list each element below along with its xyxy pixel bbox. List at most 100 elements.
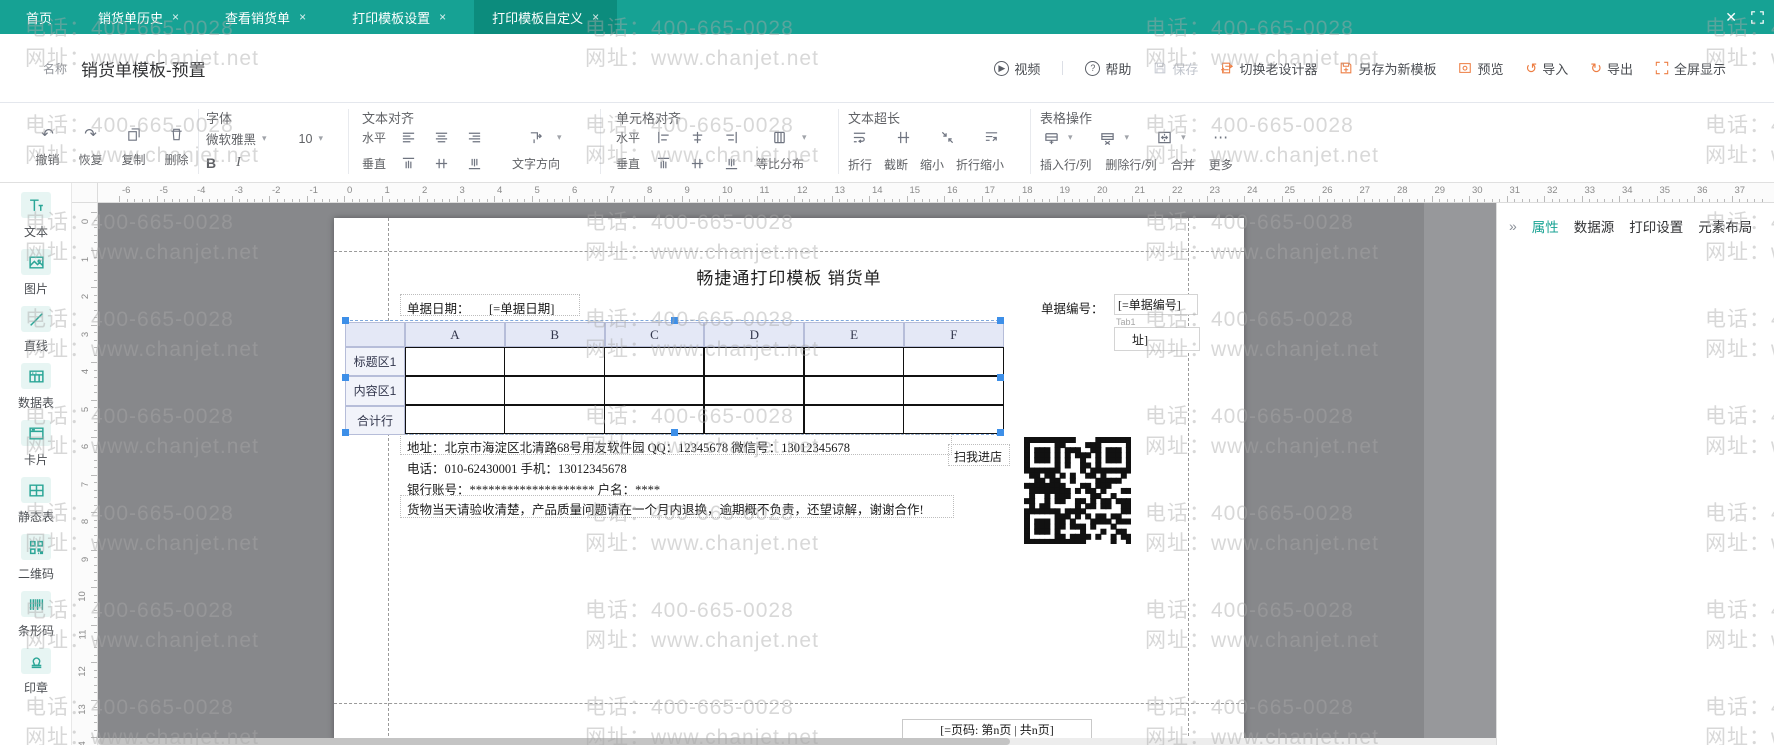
- row-label-合计行[interactable]: 合计行: [345, 406, 405, 435]
- sidebar-item-data-table[interactable]: 数据表: [0, 363, 72, 411]
- copy-button[interactable]: 复制: [112, 125, 155, 168]
- date-label[interactable]: 单据日期：: [407, 298, 470, 317]
- cell-align-left-button[interactable]: [652, 128, 674, 146]
- bill-no-field[interactable]: [=单据编号]: [1114, 294, 1198, 315]
- sidebar-item-line[interactable]: 直线: [0, 306, 72, 354]
- columns-button[interactable]: [768, 128, 790, 146]
- resize-handle[interactable]: [342, 317, 349, 324]
- table-cell[interactable]: [405, 376, 505, 405]
- table-cell[interactable]: [504, 376, 604, 405]
- tab-查看销货单[interactable]: 查看销货单×: [207, 0, 324, 34]
- table-corner-cell[interactable]: [345, 322, 405, 347]
- sidebar-item-barcode[interactable]: 条形码: [0, 591, 72, 639]
- table-cell[interactable]: [804, 405, 904, 434]
- truncate-button[interactable]: [892, 128, 914, 146]
- valign-middle-button[interactable]: [430, 154, 452, 172]
- table-cell[interactable]: [604, 347, 704, 376]
- sidebar-item-static-table[interactable]: 静态表: [0, 477, 72, 525]
- bold-button[interactable]: B: [206, 155, 216, 171]
- table-cell[interactable]: [604, 405, 704, 434]
- date-field[interactable]: [=单据日期]: [489, 298, 554, 317]
- page-number-element[interactable]: [=页码: 第n页 | 共n页]: [902, 719, 1092, 739]
- wrap-shrink-button[interactable]: [980, 128, 1002, 146]
- align-center-button[interactable]: [430, 128, 452, 146]
- cell-valign-top-button[interactable]: [652, 154, 674, 172]
- preview-button[interactable]: 预览: [1458, 59, 1503, 78]
- sidebar-item-text[interactable]: 文本: [0, 192, 72, 240]
- valign-top-button[interactable]: [397, 154, 419, 172]
- merge-button[interactable]: [1153, 128, 1175, 146]
- table-cell[interactable]: [903, 347, 1003, 376]
- panel-tab-数据源[interactable]: 数据源: [1574, 216, 1615, 236]
- panel-tab-元素布局[interactable]: 元素布局: [1698, 216, 1752, 236]
- align-right-button[interactable]: [463, 128, 485, 146]
- switch-old-designer-button[interactable]: 切换老设计器: [1220, 59, 1317, 78]
- help-button[interactable]: ?帮助: [1085, 59, 1131, 78]
- row-label-内容区1[interactable]: 内容区1: [345, 376, 405, 405]
- clipped-address-element[interactable]: 址]: [1114, 327, 1200, 351]
- resize-handle[interactable]: [997, 317, 1004, 324]
- notice-line[interactable]: 货物当天请验收清楚，产品质量问题请在一个月内退换，逾期概不负责，还望谅解，谢谢合…: [407, 499, 924, 518]
- table-cell[interactable]: [804, 376, 904, 405]
- wrap-button[interactable]: [848, 128, 870, 146]
- document-title[interactable]: 畅捷通打印模板 销货单: [334, 264, 1244, 289]
- tab-首页[interactable]: 首页: [8, 0, 70, 34]
- bill-no-label[interactable]: 单据编号：: [1041, 298, 1104, 317]
- tab-close-icon[interactable]: ×: [439, 10, 446, 24]
- tab-打印模板自定义[interactable]: 打印模板自定义×: [474, 0, 617, 34]
- video-button[interactable]: ▶视频: [994, 59, 1040, 78]
- import-button[interactable]: ↺导入: [1525, 59, 1568, 78]
- table-cell[interactable]: [704, 376, 804, 405]
- redo-button[interactable]: ↷恢复: [69, 125, 112, 168]
- collapse-panel-icon[interactable]: »: [1509, 218, 1517, 234]
- table-cell[interactable]: [804, 347, 904, 376]
- font-size-select[interactable]: 10▾: [299, 132, 323, 146]
- maximize-icon[interactable]: [1751, 11, 1764, 24]
- resize-handle[interactable]: [671, 317, 678, 324]
- qr-code[interactable]: [1024, 437, 1131, 544]
- tab-close-icon[interactable]: ×: [299, 10, 306, 24]
- table-cell[interactable]: [504, 347, 604, 376]
- font-family-select[interactable]: 微软雅黑▾: [206, 129, 267, 148]
- text-direction-button[interactable]: [524, 128, 546, 146]
- row-label-标题区1[interactable]: 标题区1: [345, 347, 405, 376]
- phone-line[interactable]: 电话：010-62430001 手机：13012345678: [407, 458, 627, 477]
- template-page[interactable]: 畅捷通打印模板 销货单 单据日期： [=单据日期] 单据编号： [=单据编号] …: [334, 218, 1244, 741]
- cell-align-center-button[interactable]: [686, 128, 708, 146]
- column-header-B[interactable]: B: [505, 322, 605, 347]
- panel-tab-属性[interactable]: 属性: [1532, 216, 1559, 236]
- align-left-button[interactable]: [397, 128, 419, 146]
- qr-caption[interactable]: 扫我进店: [954, 448, 1002, 465]
- column-header-C[interactable]: C: [605, 322, 705, 347]
- table-cell[interactable]: [903, 376, 1003, 405]
- fullscreen-button[interactable]: 全屏显示: [1655, 59, 1726, 78]
- table-cell[interactable]: [704, 405, 804, 434]
- table-cell[interactable]: [405, 347, 505, 376]
- export-button[interactable]: ↻导出: [1590, 59, 1633, 78]
- sidebar-item-card[interactable]: 卡片: [0, 420, 72, 468]
- table-cell[interactable]: [604, 376, 704, 405]
- sidebar-item-image[interactable]: 图片: [0, 249, 72, 297]
- table-cell[interactable]: [405, 405, 505, 434]
- scrollbar-thumb[interactable]: [98, 738, 1010, 745]
- resize-handle[interactable]: [997, 429, 1004, 436]
- table-cell[interactable]: [504, 405, 604, 434]
- cell-valign-bottom-button[interactable]: [720, 154, 742, 172]
- delete-button[interactable]: 删除: [155, 125, 198, 168]
- table-cell[interactable]: [903, 405, 1003, 434]
- column-header-F[interactable]: F: [904, 322, 1004, 347]
- sidebar-item-stamp[interactable]: 印章: [0, 648, 72, 696]
- insert-row-col-button[interactable]: [1040, 128, 1062, 146]
- resize-handle[interactable]: [342, 429, 349, 436]
- cell-align-right-button[interactable]: [720, 128, 742, 146]
- valign-bottom-button[interactable]: [463, 154, 485, 172]
- more-button[interactable]: ⋯: [1210, 128, 1232, 146]
- resize-handle[interactable]: [997, 374, 1004, 381]
- tab-打印模板设置[interactable]: 打印模板设置×: [334, 0, 464, 34]
- sales-table-element[interactable]: ABCDEF 标题区1内容区1合计行: [345, 320, 1004, 435]
- address-line[interactable]: 地址：北京市海淀区北清路68号用友软件园 QQ：12345678 微信号：130…: [407, 437, 850, 456]
- italic-button[interactable]: I: [236, 155, 241, 171]
- delete-row-col-button[interactable]: [1097, 128, 1119, 146]
- column-header-D[interactable]: D: [704, 322, 804, 347]
- close-all-icon[interactable]: ✕: [1725, 9, 1737, 26]
